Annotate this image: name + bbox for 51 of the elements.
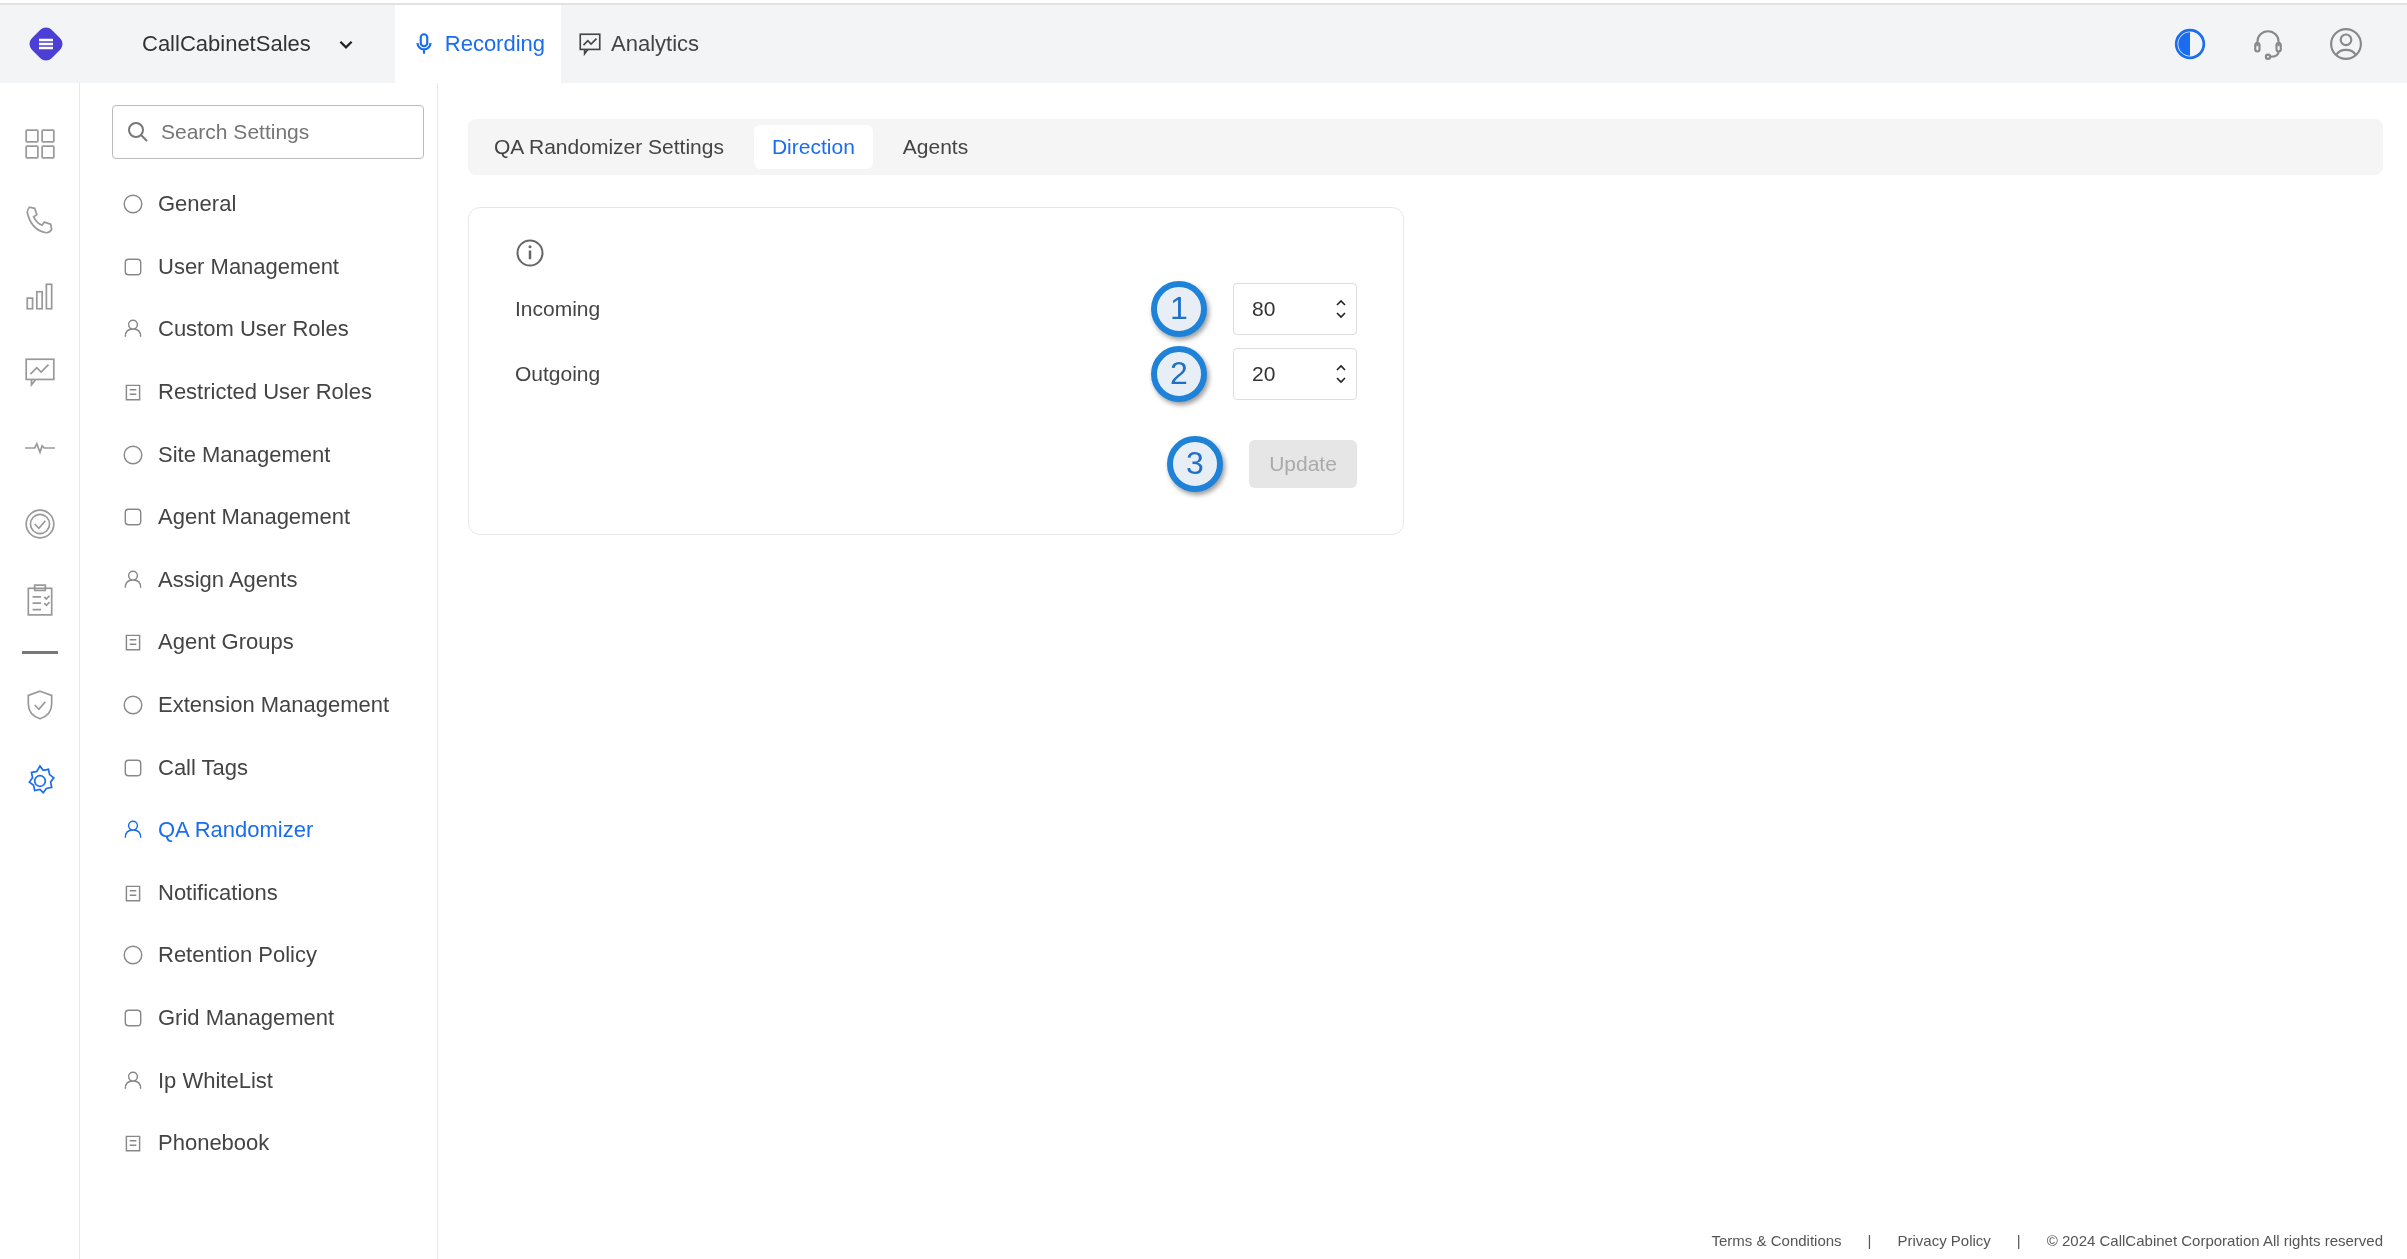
menu-item-icon <box>122 1007 144 1029</box>
footer-link[interactable]: Privacy Policy <box>1897 1232 1991 1249</box>
sidebar-item[interactable]: Phonebook <box>112 1111 437 1175</box>
menu-item-icon <box>122 1069 144 1092</box>
sidebar-item[interactable]: Custom User Roles <box>112 298 437 361</box>
sidebar-item[interactable]: QA Randomizer <box>112 798 437 862</box>
sidebar-item[interactable]: Extension Management <box>112 673 437 737</box>
menu-item-icon <box>122 944 144 967</box>
chart-icon <box>577 31 604 57</box>
chart-icon[interactable] <box>22 355 57 389</box>
number-field[interactable]: 20 <box>1233 347 1357 400</box>
sidebar-item[interactable]: General <box>112 173 437 236</box>
header-tab[interactable]: Analytics <box>561 5 716 83</box>
sidebar-item[interactable]: Call Tags <box>112 736 437 799</box>
search-field[interactable]: Search Settings <box>112 105 424 159</box>
copyright-text: © 2024 CallCabinet Corporation All rights reserved <box>2046 1232 2383 1249</box>
search-icon <box>126 120 150 144</box>
sidebar-item[interactable]: Agent Management <box>112 485 437 549</box>
field-label: Outgoing <box>515 361 602 386</box>
callout-badge: 2 <box>1151 345 1207 402</box>
user-avatar-icon[interactable] <box>2329 27 2363 61</box>
sidebar-item[interactable]: Site Management <box>112 423 437 486</box>
sidebar-item[interactable]: Assign Agents <box>112 548 437 612</box>
sidebar-item[interactable]: Agent Groups <box>112 611 437 674</box>
menu-item-icon <box>122 568 144 591</box>
contrast-icon[interactable] <box>2173 27 2207 61</box>
menu-item-icon <box>122 694 144 717</box>
footer-link[interactable]: Terms & Conditions <box>1711 1232 1842 1249</box>
footer-separator: | <box>1867 1232 1872 1249</box>
sidebar-item[interactable]: Retention Policy <box>112 924 437 987</box>
sidebar-item[interactable]: Restricted User Roles <box>112 360 437 424</box>
info-icon[interactable] <box>515 238 545 268</box>
number-field[interactable]: 80 <box>1233 282 1357 335</box>
menu-item-icon <box>122 193 144 216</box>
sidebar-item[interactable]: Notifications <box>112 861 437 925</box>
callout-badge: 3 <box>1167 435 1223 492</box>
organization-dropdown[interactable]: CallCabinetSales <box>142 31 355 57</box>
settings-tab[interactable]: Direction <box>753 125 873 169</box>
header-tab[interactable]: Recording <box>394 5 562 83</box>
settings-tab[interactable]: Agents <box>884 125 987 169</box>
sidebar-item[interactable]: Grid Management <box>112 986 437 1050</box>
sidebar-item[interactable]: User Management <box>112 235 437 299</box>
field-label: Incoming <box>515 296 602 321</box>
sidebar-item[interactable]: Ip WhiteList <box>112 1049 437 1112</box>
settings-tab[interactable]: QA Randomizer Settings <box>476 125 742 169</box>
footer-separator: | <box>2016 1232 2021 1249</box>
headset-icon[interactable] <box>2251 27 2285 61</box>
grid-icon[interactable] <box>22 127 57 161</box>
callout-badge: 1 <box>1151 280 1207 337</box>
check-icon[interactable] <box>22 507 57 541</box>
menu-item-icon <box>122 443 144 466</box>
